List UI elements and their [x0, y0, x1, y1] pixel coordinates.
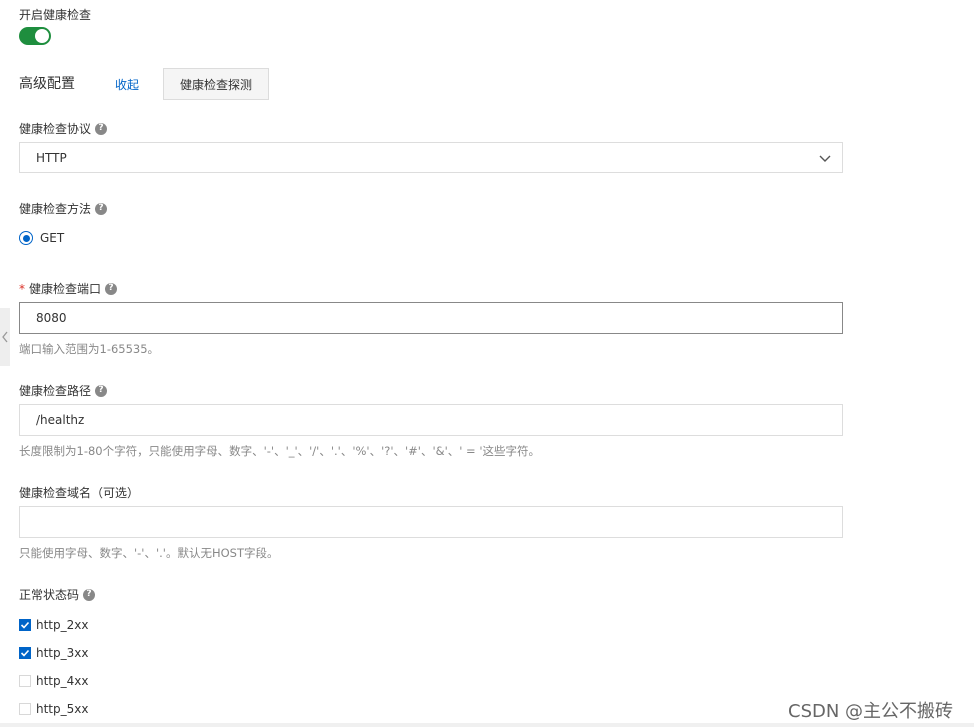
status-codes-label-text: 正常状态码 [19, 588, 80, 602]
domain-input[interactable] [36, 515, 826, 529]
checkbox-unchecked-icon [19, 703, 31, 715]
status-codes-label: 正常状态码 ? [19, 586, 96, 603]
health-check-form: 开启健康检查 高级配置 收起 健康检查探测 健康检查协议 ? HTTP 健康检查… [0, 0, 974, 727]
checkbox-http-5xx[interactable]: http_5xx [19, 702, 88, 716]
checkbox-label: http_4xx [36, 674, 89, 688]
path-hint: 长度限制为1-80个字符，只能使用字母、数字、'-'、'_'、'/'、'.'、'… [19, 444, 541, 458]
protocol-label-text: 健康检查协议 [19, 122, 92, 136]
port-input[interactable] [36, 311, 826, 325]
domain-label-text: 健康检查域名（可选） [19, 486, 140, 500]
checkbox-label: http_2xx [36, 618, 89, 632]
side-collapse-tab[interactable] [0, 308, 10, 366]
checkbox-label: http_5xx [36, 702, 89, 716]
method-label-text: 健康检查方法 [19, 202, 92, 216]
path-input[interactable] [36, 413, 826, 427]
checkbox-http-4xx[interactable]: http_4xx [19, 674, 88, 688]
protocol-label: 健康检查协议 ? [19, 120, 108, 137]
collapse-link[interactable]: 收起 [115, 76, 139, 93]
domain-input-wrapper [19, 506, 843, 538]
port-label-text: 健康检查端口 [29, 282, 102, 296]
chevron-down-icon [819, 155, 831, 162]
domain-hint: 只能使用字母、数字、'-'、'.'。默认无HOST字段。 [19, 546, 279, 560]
protocol-select[interactable]: HTTP [19, 142, 843, 173]
protocol-selected-value: HTTP [36, 150, 67, 165]
advanced-config-title: 高级配置 [19, 76, 75, 92]
checkbox-http-2xx[interactable]: http_2xx [19, 618, 88, 632]
port-hint: 端口输入范围为1-65535。 [19, 342, 160, 356]
enable-health-check-toggle[interactable] [19, 27, 51, 45]
port-label: * 健康检查端口 ? [19, 280, 118, 297]
method-label: 健康检查方法 ? [19, 200, 108, 217]
status-codes-help-icon[interactable]: ? [83, 588, 96, 601]
health-check-probe-button[interactable]: 健康检查探测 [163, 68, 269, 100]
checkbox-checked-icon [19, 619, 31, 631]
checkbox-checked-icon [19, 647, 31, 659]
radio-selected-icon [19, 231, 33, 245]
protocol-help-icon[interactable]: ? [95, 122, 108, 135]
port-input-wrapper [19, 302, 843, 334]
toggle-knob [35, 29, 49, 43]
method-help-icon[interactable]: ? [95, 202, 108, 215]
checkbox-http-3xx[interactable]: http_3xx [19, 646, 88, 660]
path-input-wrapper [19, 404, 843, 436]
method-radio-label: GET [40, 231, 65, 245]
port-help-icon[interactable]: ? [105, 282, 118, 295]
domain-label: 健康检查域名（可选） [19, 484, 139, 501]
chevron-left-icon [2, 331, 8, 343]
required-mark: * [19, 281, 25, 296]
bottom-scroll-track [0, 723, 974, 727]
checkbox-label: http_3xx [36, 646, 89, 660]
path-label-text: 健康检查路径 [19, 384, 92, 398]
enable-health-check-text: 开启健康检查 [19, 8, 92, 22]
watermark: CSDN @主公不搬砖 [788, 701, 954, 722]
path-label: 健康检查路径 ? [19, 382, 108, 399]
path-help-icon[interactable]: ? [95, 384, 108, 397]
enable-health-check-label: 开启健康检查 [19, 6, 91, 23]
method-radio-get[interactable]: GET [19, 231, 64, 245]
checkbox-unchecked-icon [19, 675, 31, 687]
